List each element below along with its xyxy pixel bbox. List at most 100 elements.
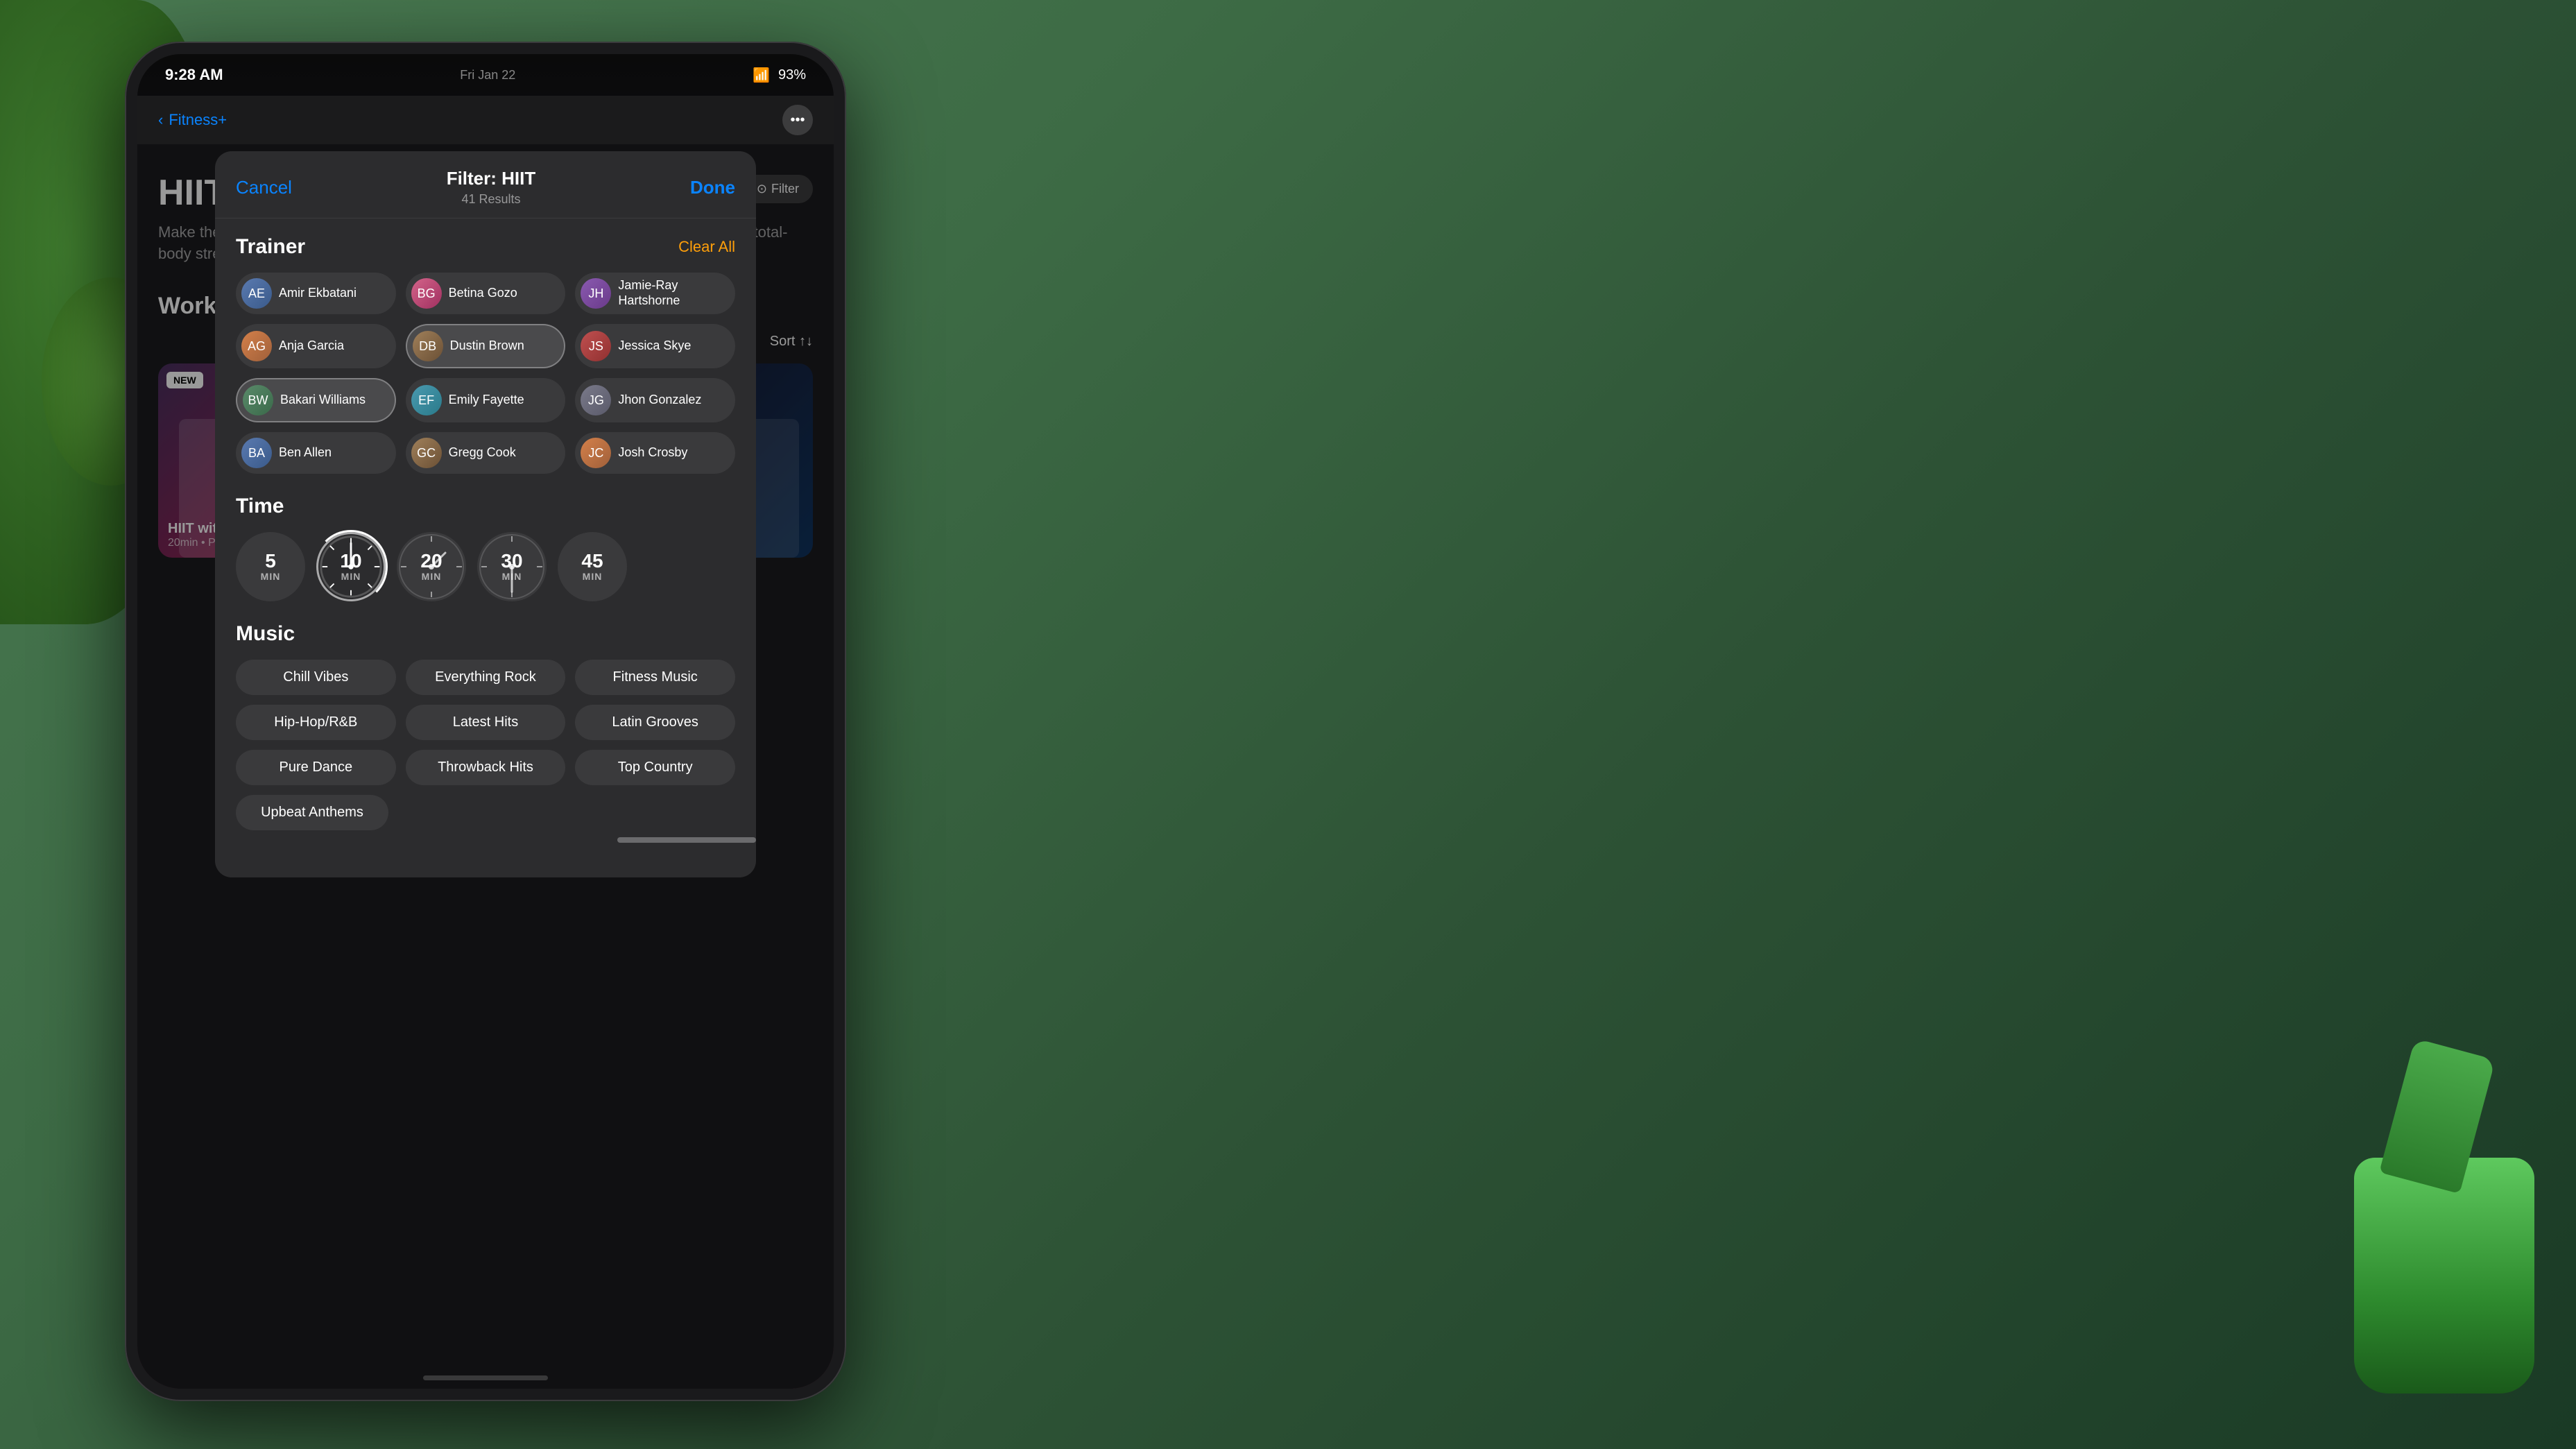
time-options: 5 MIN	[236, 532, 735, 601]
music-chip-top-country[interactable]: Top Country	[575, 750, 735, 785]
modal-title: Filter: HIIT	[447, 168, 536, 189]
music-chip-chill-vibes[interactable]: Chill Vibes	[236, 660, 396, 695]
battery-label: 93%	[778, 67, 806, 83]
trainer-chip-amir[interactable]: AE Amir Ekbatani	[236, 273, 396, 314]
trainer-chip-anja[interactable]: AG Anja Garcia	[236, 324, 396, 368]
status-bar: 9:28 AM Fri Jan 22 📶 93%	[137, 54, 834, 96]
trainer-chip-josh[interactable]: JC Josh Crosby	[575, 432, 735, 474]
trainer-avatar-jhon: JG	[581, 385, 611, 415]
time-num-45: 45	[581, 551, 603, 571]
avatar-initial: DB	[419, 339, 436, 354]
clock-dial-10	[318, 534, 384, 599]
done-button[interactable]: Done	[690, 177, 735, 198]
time-chip-45[interactable]: 45 MIN	[558, 532, 627, 601]
music-chips-extra: Upbeat Anthems	[236, 795, 735, 830]
more-button[interactable]: •••	[782, 105, 813, 135]
chevron-left-icon: ‹	[158, 111, 163, 129]
music-section-header: Music	[236, 622, 735, 646]
trainer-avatar-jessica: JS	[581, 331, 611, 361]
trainer-name-jessica: Jessica Skye	[618, 338, 691, 354]
time-num-5: 5	[265, 551, 276, 571]
trainer-name-gregg: Gregg Cook	[449, 445, 516, 461]
trainer-name-betina: Betina Gozo	[449, 286, 517, 301]
music-chip-everything-rock[interactable]: Everything Rock	[406, 660, 566, 695]
time-chip-10[interactable]: 10 MIN	[316, 532, 386, 601]
music-chip-fitness-music[interactable]: Fitness Music	[575, 660, 735, 695]
music-chip-upbeat-anthems[interactable]: Upbeat Anthems	[236, 795, 388, 830]
time-section-header: Time	[236, 495, 735, 518]
ipad-screen: 9:28 AM Fri Jan 22 📶 93% ‹ Fitness+ ••• …	[137, 54, 834, 1389]
trainer-chip-jhon[interactable]: JG Jhon Gonzalez	[575, 378, 735, 422]
trainer-avatar-amir: AE	[241, 278, 272, 309]
trainer-chip-dustin[interactable]: DB Dustin Brown	[406, 324, 566, 368]
ellipsis-icon: •••	[790, 112, 805, 128]
clock-dial-30	[477, 532, 547, 601]
green-cup	[2354, 1158, 2534, 1394]
avatar-initial: JC	[588, 446, 603, 461]
avatar-initial: JG	[588, 393, 604, 408]
trainer-avatar-ben: BA	[241, 438, 272, 468]
music-chips-grid: Chill Vibes Everything Rock Fitness Musi…	[236, 660, 735, 785]
trainer-chip-jessica[interactable]: JS Jessica Skye	[575, 324, 735, 368]
music-chip-hiphop-rb[interactable]: Hip-Hop/R&B	[236, 705, 396, 740]
modal-header: Cancel Filter: HIIT 41 Results Done	[215, 151, 756, 218]
avatar-initial: JS	[589, 339, 603, 354]
time-chip-20[interactable]: 20 MIN	[397, 532, 466, 601]
trainer-name-jamie: Jamie-Ray Hartshorne	[618, 278, 724, 308]
time-section-title: Time	[236, 495, 284, 518]
clear-all-button[interactable]: Clear All	[678, 238, 735, 256]
trainer-chip-bakari[interactable]: BW Bakari Williams	[236, 378, 396, 422]
time-section: Time 5 MIN	[236, 495, 735, 601]
ipad-device: 9:28 AM Fri Jan 22 📶 93% ‹ Fitness+ ••• …	[125, 42, 846, 1401]
music-chip-latest-hits[interactable]: Latest Hits	[406, 705, 566, 740]
trainer-avatar-bakari: BW	[243, 385, 273, 415]
trainer-avatar-josh: JC	[581, 438, 611, 468]
modal-results: 41 Results	[447, 192, 536, 207]
scroll-indicator	[617, 837, 756, 843]
back-button[interactable]: ‹ Fitness+	[158, 111, 227, 129]
back-label: Fitness+	[169, 111, 227, 129]
trainer-chip-ben[interactable]: BA Ben Allen	[236, 432, 396, 474]
avatar-initial: EF	[418, 393, 434, 408]
trainer-avatar-emily: EF	[411, 385, 442, 415]
modal-title-block: Filter: HIIT 41 Results	[447, 168, 536, 207]
trainer-name-bakari: Bakari Williams	[280, 393, 366, 408]
time-chip-5[interactable]: 5 MIN	[236, 532, 305, 601]
trainer-chip-jamie[interactable]: JH Jamie-Ray Hartshorne	[575, 273, 735, 314]
trainer-name-dustin: Dustin Brown	[450, 338, 524, 354]
avatar-initial: AE	[248, 286, 265, 301]
time-unit-45: MIN	[583, 571, 603, 582]
filter-modal: Cancel Filter: HIIT 41 Results Done Trai…	[215, 151, 756, 877]
trainer-avatar-jamie: JH	[581, 278, 611, 309]
nav-bar: ‹ Fitness+ •••	[137, 96, 834, 144]
music-chip-latin-grooves[interactable]: Latin Grooves	[575, 705, 735, 740]
music-section-title: Music	[236, 622, 295, 646]
trainer-name-amir: Amir Ekbatani	[279, 286, 357, 301]
trainer-name-ben: Ben Allen	[279, 445, 332, 461]
trainer-chip-gregg[interactable]: GC Gregg Cook	[406, 432, 566, 474]
trainer-chip-betina[interactable]: BG Betina Gozo	[406, 273, 566, 314]
status-date: Fri Jan 22	[460, 68, 515, 83]
trainer-section-title: Trainer	[236, 235, 305, 259]
modal-body: Trainer Clear All AE Amir Ekbatani BG	[215, 218, 756, 847]
avatar-initial: AG	[248, 339, 266, 354]
avatar-initial: GC	[417, 446, 436, 461]
music-section: Music Chill Vibes Everything Rock Fitnes…	[236, 622, 735, 830]
clock-dial-20	[397, 532, 466, 601]
music-chip-throwback-hits[interactable]: Throwback Hits	[406, 750, 566, 785]
status-time: 9:28 AM	[165, 66, 223, 84]
trainer-avatar-anja: AG	[241, 331, 272, 361]
trainer-chip-emily[interactable]: EF Emily Fayette	[406, 378, 566, 422]
cancel-button[interactable]: Cancel	[236, 177, 292, 198]
music-chip-pure-dance[interactable]: Pure Dance	[236, 750, 396, 785]
time-unit-5: MIN	[261, 571, 281, 582]
trainer-name-jhon: Jhon Gonzalez	[618, 393, 701, 408]
status-right: 📶 93%	[753, 67, 806, 84]
time-chip-30[interactable]: 30 MIN	[477, 532, 547, 601]
wifi-icon: 📶	[753, 67, 770, 84]
trainer-avatar-dustin: DB	[413, 331, 443, 361]
avatar-initial: BW	[248, 393, 268, 408]
avatar-initial: JH	[588, 286, 603, 301]
trainer-section-header: Trainer Clear All	[236, 235, 735, 259]
trainer-avatar-gregg: GC	[411, 438, 442, 468]
